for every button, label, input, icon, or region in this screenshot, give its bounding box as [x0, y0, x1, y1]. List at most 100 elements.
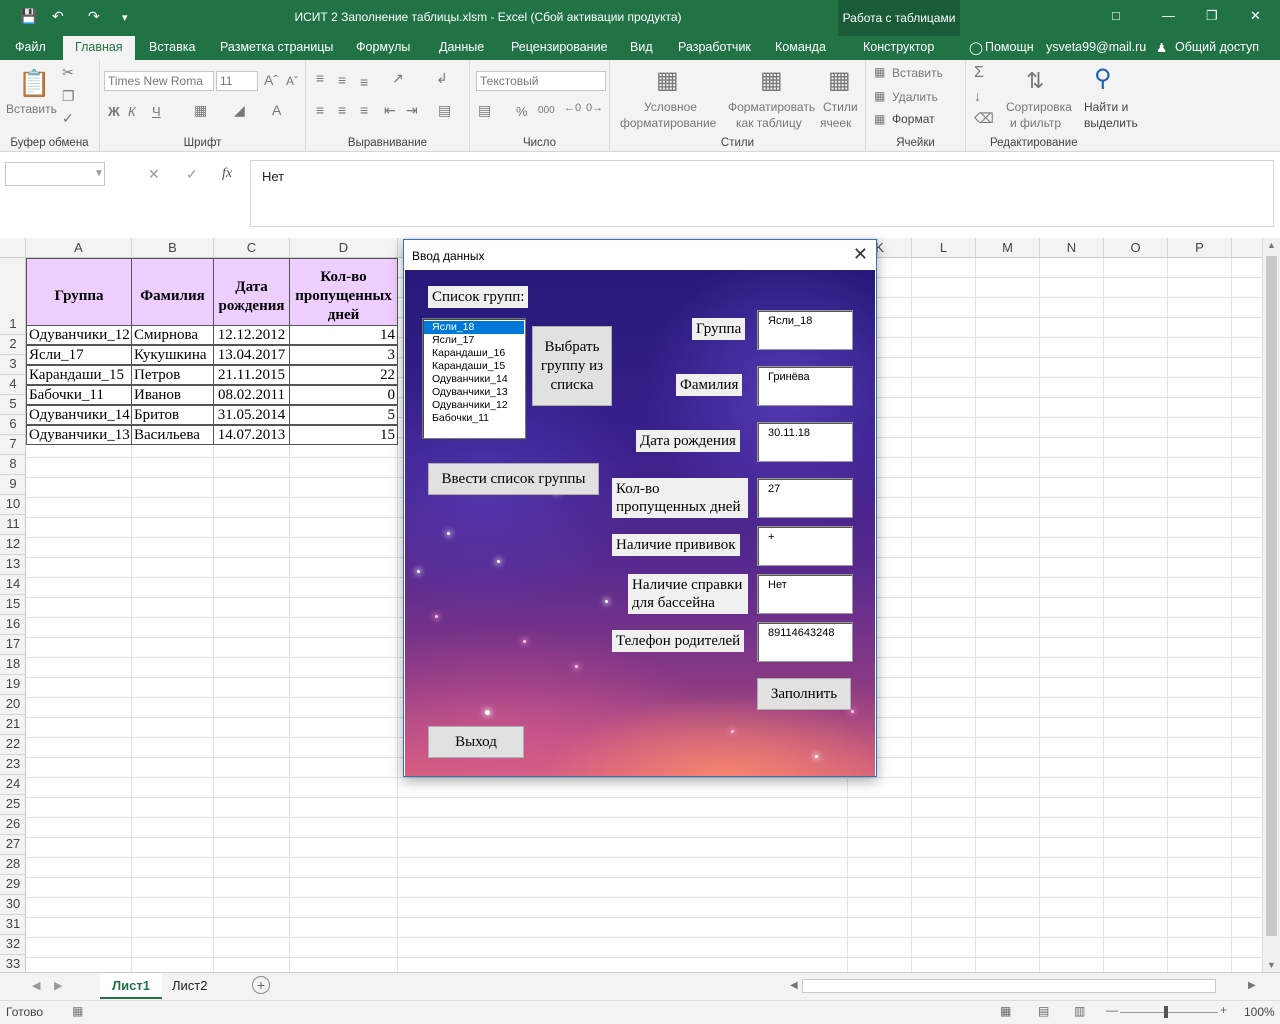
format-cells-icon[interactable]: ▦: [874, 112, 885, 126]
scroll-right-icon[interactable]: ▶: [1248, 980, 1256, 991]
maximize-icon[interactable]: ❐: [1206, 8, 1218, 24]
zoom-in-icon[interactable]: +: [1220, 1003, 1227, 1017]
list-item[interactable]: Карандаши_15: [424, 360, 524, 373]
currency-icon[interactable]: ▤: [478, 102, 491, 119]
conditional-format-label-2[interactable]: форматирование: [620, 116, 716, 130]
row-header[interactable]: 27: [0, 835, 25, 855]
align-top-icon[interactable]: ≡: [316, 70, 324, 86]
list-item[interactable]: Одуванчики_13: [424, 386, 524, 399]
next-sheet-icon[interactable]: ▶: [54, 979, 62, 992]
list-item[interactable]: Одуванчики_12: [424, 399, 524, 412]
clear-icon[interactable]: ⌫: [974, 110, 994, 127]
column-header[interactable]: B: [132, 238, 214, 258]
enter-formula-icon[interactable]: ✓: [186, 166, 198, 183]
row-header[interactable]: 13: [0, 555, 25, 575]
scroll-left-icon[interactable]: ◀: [790, 980, 798, 991]
table-cell[interactable]: Одуванчики_12: [26, 325, 132, 345]
decrease-indent-icon[interactable]: ⇤: [384, 102, 396, 119]
align-right-icon[interactable]: ≡: [360, 102, 368, 118]
vertical-scroll-thumb[interactable]: [1266, 256, 1277, 936]
row-header[interactable]: 8: [0, 455, 25, 475]
add-sheet-icon[interactable]: +: [252, 976, 270, 994]
decrease-font-icon[interactable]: Aˇ: [286, 74, 298, 88]
row-header[interactable]: 4: [0, 375, 25, 395]
sort-filter-label-2[interactable]: и фильтр: [1010, 116, 1061, 130]
table-cell[interactable]: 13.04.2017: [213, 345, 290, 365]
row-header[interactable]: 30: [0, 895, 25, 915]
table-cell[interactable]: 14: [289, 325, 398, 345]
ribbon-display-icon[interactable]: □: [1112, 8, 1120, 23]
table-cell[interactable]: Одуванчики_14: [26, 405, 132, 425]
fill-color-icon[interactable]: ◢: [234, 102, 245, 119]
table-cell[interactable]: Бритов: [131, 405, 214, 425]
zoom-slider[interactable]: [1120, 1012, 1218, 1013]
row-header[interactable]: 26: [0, 815, 25, 835]
conditional-format-icon[interactable]: ▦: [656, 66, 679, 95]
cell-styles-label-1[interactable]: Стили: [823, 100, 858, 114]
fill-icon[interactable]: ↓: [974, 88, 981, 104]
row-header[interactable]: 28: [0, 855, 25, 875]
format-painter-icon[interactable]: ✓: [62, 110, 74, 127]
table-cell[interactable]: Иванов: [131, 385, 214, 405]
cancel-formula-icon[interactable]: ✕: [148, 166, 160, 183]
minimize-icon[interactable]: —: [1162, 8, 1175, 23]
find-select-label-1[interactable]: Найти и: [1084, 100, 1128, 114]
number-format-select[interactable]: Текстовый: [476, 71, 606, 91]
list-item[interactable]: Ясли_18: [424, 321, 524, 334]
close-icon[interactable]: ✕: [853, 244, 868, 265]
column-header[interactable]: D: [290, 238, 398, 258]
font-name-select[interactable]: Times New Roma: [104, 71, 214, 91]
decrease-decimal-icon[interactable]: 0→: [586, 102, 603, 114]
list-item[interactable]: Одуванчики_14: [424, 373, 524, 386]
tab-review[interactable]: Рецензирование: [511, 40, 608, 54]
vaccinations-field[interactable]: +: [757, 526, 853, 566]
autosum-icon[interactable]: Σ: [974, 64, 984, 82]
select-all-corner[interactable]: [0, 238, 26, 258]
enter-group-list-button[interactable]: Ввести список группы: [428, 463, 599, 495]
table-cell[interactable]: Петров: [131, 365, 214, 385]
table-header-cell[interactable]: Группа: [26, 258, 132, 335]
paste-button[interactable]: Вставить: [6, 102, 57, 116]
row-header[interactable]: 20: [0, 695, 25, 715]
person-icon[interactable]: ♟: [1156, 40, 1167, 55]
close-window-icon[interactable]: ✕: [1250, 8, 1261, 24]
fill-button[interactable]: Заполнить: [757, 678, 851, 710]
insert-function-icon[interactable]: fx: [222, 166, 232, 182]
row-header[interactable]: 32: [0, 935, 25, 955]
row-header[interactable]: 1: [0, 258, 25, 335]
list-item[interactable]: Ясли_17: [424, 334, 524, 347]
align-bottom-icon[interactable]: ≡: [360, 74, 368, 90]
insert-cells-button[interactable]: Вставить: [892, 66, 943, 80]
format-cells-button[interactable]: Формат: [892, 112, 935, 126]
increase-decimal-icon[interactable]: ←0: [564, 102, 581, 114]
font-size-select[interactable]: 11: [216, 71, 258, 91]
formula-input[interactable]: Нет: [250, 160, 1274, 227]
tab-file[interactable]: Файл: [15, 40, 46, 54]
missed-days-field[interactable]: 27: [757, 478, 853, 518]
row-header[interactable]: 21: [0, 715, 25, 735]
tab-developer[interactable]: Разработчик: [678, 40, 751, 54]
row-header[interactable]: 3: [0, 355, 25, 375]
user-account[interactable]: ysveta99@mail.ru: [1046, 40, 1146, 54]
macro-record-icon[interactable]: ▦: [72, 1004, 83, 1018]
align-left-icon[interactable]: ≡: [316, 102, 324, 118]
parent-phone-field[interactable]: 89114643248: [757, 622, 853, 662]
list-item[interactable]: Карандаши_16: [424, 347, 524, 360]
row-header[interactable]: 22: [0, 735, 25, 755]
insert-cells-icon[interactable]: ▦: [874, 65, 885, 79]
delete-cells-icon[interactable]: ▦: [874, 89, 885, 103]
tab-home[interactable]: Главная: [63, 36, 135, 60]
bold-button[interactable]: Ж: [108, 104, 120, 119]
paste-icon[interactable]: 📋: [18, 68, 50, 99]
tab-formulas[interactable]: Формулы: [356, 40, 410, 54]
column-header[interactable]: L: [912, 238, 976, 258]
row-header[interactable]: 16: [0, 615, 25, 635]
conditional-format-label-1[interactable]: Условное: [644, 100, 697, 114]
column-header[interactable]: M: [976, 238, 1040, 258]
row-header[interactable]: 9: [0, 475, 25, 495]
table-header-cell[interactable]: Фамилия: [131, 258, 214, 335]
exit-button[interactable]: Выход: [428, 726, 524, 758]
table-cell[interactable]: 31.05.2014: [213, 405, 290, 425]
tab-insert[interactable]: Вставка: [149, 40, 195, 54]
row-header[interactable]: 17: [0, 635, 25, 655]
